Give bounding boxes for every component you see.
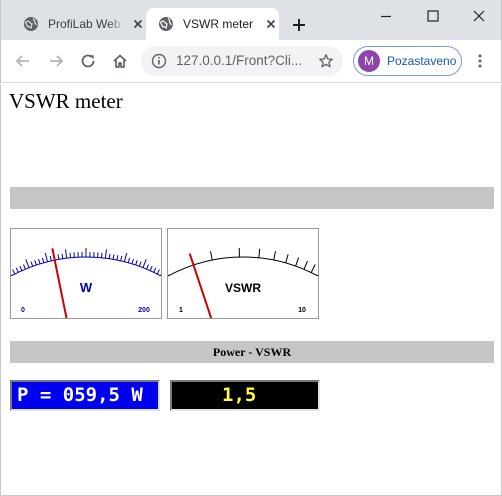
maximize-icon[interactable] — [425, 8, 441, 24]
power-tick — [19, 265, 23, 271]
info-icon[interactable] — [151, 53, 167, 69]
power-tick — [142, 259, 147, 268]
power-meter: W 0 200 — [10, 228, 162, 319]
tab-vswr-meter[interactable]: VSWR meter — [146, 8, 279, 40]
power-tick — [112, 254, 115, 260]
power-scale-min: 0 — [21, 307, 25, 314]
vswr-scale-max: 10 — [298, 307, 306, 314]
power-scale-max: 200 — [138, 307, 150, 314]
page-title: VSWR meter — [9, 89, 123, 113]
power-tick — [61, 253, 64, 259]
power-tick — [15, 267, 19, 273]
power-tick — [44, 252, 49, 262]
profile-button[interactable]: M Pozastaveno — [353, 46, 462, 76]
vswr-meter: VSWR 1 10 — [167, 228, 319, 319]
arrow-left-icon[interactable] — [14, 52, 32, 70]
header-bar — [10, 187, 494, 209]
more-vert-icon[interactable] — [472, 53, 488, 69]
star-icon[interactable] — [318, 53, 334, 69]
power-tick — [108, 253, 111, 259]
tab-title: VSWR meter — [183, 17, 254, 31]
tab-profilab-web[interactable]: ProfiLab Web — [11, 8, 146, 40]
vswr-scale-min: 1 — [179, 307, 183, 314]
tab-title: ProfiLab Web — [48, 17, 121, 31]
power-tick — [135, 260, 138, 266]
power-tick — [23, 264, 26, 270]
vswr-tick — [258, 248, 261, 258]
power-tick — [131, 258, 134, 265]
power-scale-ticks — [11, 248, 161, 277]
power-tick — [30, 261, 34, 267]
power-meter-dial: W 0 200 — [11, 248, 161, 318]
vswr-tick — [273, 251, 276, 261]
power-tick — [146, 264, 149, 270]
power-tick — [127, 257, 131, 263]
power-display: P = 059,5 W — [10, 380, 160, 411]
tab-strip: ProfiLab Web VSWR meter — [0, 0, 502, 40]
power-tick — [12, 269, 16, 275]
vswr-scale-ticks — [168, 248, 318, 277]
vswr-meter-unit: VSWR — [225, 281, 261, 295]
vswr-tick — [303, 260, 308, 270]
globe-icon — [159, 17, 173, 31]
vswr-tick — [210, 251, 213, 261]
power-tick — [104, 249, 107, 259]
vswr-tick — [310, 264, 316, 273]
power-tick — [156, 269, 160, 275]
power-tick — [116, 255, 119, 261]
close-icon[interactable] — [263, 16, 279, 32]
vswr-needle — [188, 253, 213, 318]
vswr-meter-dial: VSWR 1 10 — [168, 248, 318, 318]
power-tick — [34, 260, 37, 266]
power-tick — [123, 252, 128, 262]
power-scale-arc — [11, 256, 161, 277]
page-content: VSWR meter W 0 200 VSWR 1 10 Power - VSW… — [0, 84, 502, 496]
url-text[interactable]: 127.0.0.1/Front?Cli... — [176, 53, 306, 68]
vswr-tick — [285, 254, 289, 264]
arrow-right-icon[interactable] — [47, 52, 65, 70]
power-meter-unit: W — [80, 280, 93, 295]
vswr-tick — [295, 257, 300, 267]
power-tick — [41, 257, 45, 263]
profile-label: Pozastaveno — [387, 54, 457, 68]
power-tick — [25, 259, 30, 268]
globe-icon — [24, 17, 38, 31]
power-tick — [149, 265, 153, 271]
avatar: M — [358, 50, 380, 72]
power-tick — [49, 255, 52, 261]
close-icon[interactable] — [471, 8, 487, 24]
address-bar[interactable]: 127.0.0.1/Front?Cli... — [141, 46, 343, 76]
minimize-icon[interactable] — [378, 8, 394, 24]
power-tick — [38, 258, 41, 265]
power-tick — [65, 249, 68, 259]
power-tick — [153, 267, 157, 273]
home-icon[interactable] — [111, 52, 129, 70]
vswr-display: 1,5 — [170, 380, 320, 411]
reload-icon[interactable] — [79, 52, 97, 70]
power-tick — [57, 254, 60, 260]
section-label: Power - VSWR — [10, 341, 494, 363]
plus-icon[interactable] — [291, 17, 307, 33]
browser-toolbar: 127.0.0.1/Front?Cli... M Pozastaveno — [0, 40, 502, 83]
power-tick — [120, 255, 123, 261]
power-tick — [138, 261, 142, 267]
close-icon[interactable] — [130, 16, 146, 32]
